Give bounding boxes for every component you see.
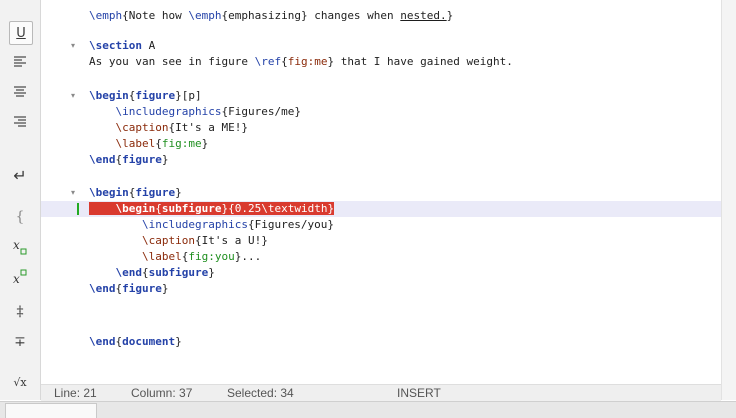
status-mode: INSERT	[397, 386, 441, 400]
underline-icon[interactable]: U	[9, 21, 33, 45]
code-line[interactable]: \begin{figure}	[41, 185, 721, 201]
emph-command: \emph	[188, 9, 222, 22]
code-line[interactable]: \label{fig:me}	[41, 136, 721, 152]
brace-icon[interactable]: {	[9, 206, 31, 228]
align-center-icon[interactable]	[9, 81, 31, 103]
code-line[interactable]: \includegraphics{Figures/you}	[41, 217, 721, 233]
status-bar: Line: 21 Column: 37 Selected: 34 INSERT	[41, 384, 721, 401]
code-line[interactable]: \section A	[41, 38, 721, 54]
code-line[interactable]: \end{document}	[41, 334, 721, 350]
brace-glyph: {	[15, 209, 25, 225]
sqrt-icon[interactable]: √x	[9, 371, 31, 393]
dagger-glyph: ‡	[16, 304, 24, 320]
code-line[interactable]: As you van see in figure \ref{fig:me} th…	[41, 54, 721, 70]
format-toolbar: U ↵ { x x ‡ ∓ √x	[0, 0, 41, 400]
code-line[interactable]: \emph{Note how \emph{emphasizing} change…	[41, 8, 721, 24]
status-selected: Selected: 34	[227, 386, 294, 400]
strikethrough-glyph: ∓	[14, 334, 26, 350]
status-line: Line: 21	[54, 386, 97, 400]
ref-command: \ref	[254, 55, 282, 68]
newline-glyph: ↵	[13, 165, 27, 185]
code-line[interactable]: \begin{figure}[p]	[41, 88, 721, 104]
code-line[interactable]: \end{figure}	[41, 152, 721, 168]
emph-command: \emph	[89, 9, 123, 22]
vertical-scrollbar[interactable]	[721, 0, 736, 400]
code-editor[interactable]: \emph{Note how \emph{emphasizing} change…	[41, 0, 721, 383]
strikethrough-icon[interactable]: ∓	[9, 331, 31, 353]
align-right-svg	[14, 116, 26, 127]
sqrt-glyph: √x	[13, 375, 27, 389]
align-left-icon[interactable]	[9, 51, 31, 73]
superscript-svg: x	[13, 269, 27, 286]
underline-glyph: U	[16, 25, 26, 41]
align-center-svg	[14, 86, 26, 97]
section-command: \section	[89, 39, 142, 52]
status-column: Column: 37	[131, 386, 193, 400]
superscript-icon[interactable]: x	[9, 266, 31, 288]
selected-text[interactable]: \begin{subfigure}{0.25\textwidth}	[89, 202, 335, 215]
change-marker	[77, 203, 79, 215]
align-right-icon[interactable]	[9, 111, 31, 133]
bottom-tab[interactable]	[5, 403, 97, 418]
subscript-icon[interactable]: x	[9, 236, 31, 258]
svg-text:x: x	[13, 272, 20, 286]
code-line[interactable]: \includegraphics{Figures/me}	[41, 104, 721, 120]
code-line[interactable]: \end{subfigure}	[41, 265, 721, 281]
bottom-panel-bar	[0, 401, 736, 418]
dagger-icon[interactable]: ‡	[9, 301, 31, 323]
code-line[interactable]: \end{figure}	[41, 281, 721, 297]
current-code-line[interactable]: \begin{subfigure}{0.25\textwidth}	[41, 201, 721, 217]
nested-text: nested.	[400, 9, 447, 22]
code-line[interactable]: \caption{It's a ME!}	[41, 120, 721, 136]
svg-text:x: x	[13, 238, 20, 252]
subscript-svg: x	[13, 238, 27, 255]
newline-icon[interactable]: ↵	[9, 164, 31, 186]
code-line[interactable]: \label{fig:you}...	[41, 249, 721, 265]
code-line[interactable]: \caption{It's a U!}	[41, 233, 721, 249]
align-left-svg	[14, 56, 26, 67]
